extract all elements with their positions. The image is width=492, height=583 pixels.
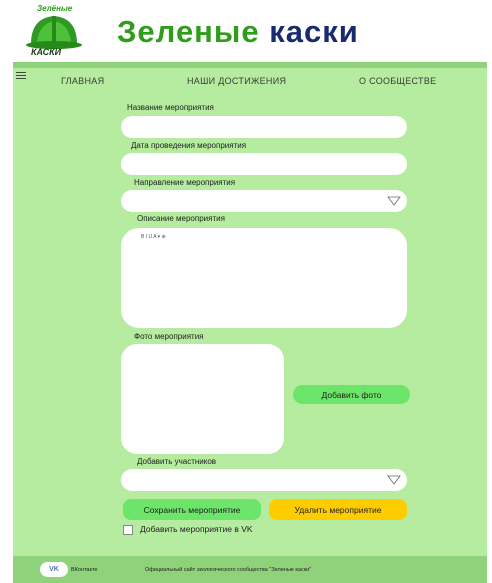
vk-link[interactable]: ВКонтакте [71, 567, 97, 573]
event-date-label: Дата проведения мероприятия [131, 141, 247, 150]
logo-bottom-text: КАСКИ [31, 47, 62, 57]
event-direction-label: Направление мероприятия [134, 178, 236, 187]
site-logo[interactable]: Зелёные КАСКИ [23, 4, 85, 60]
delete-event-button[interactable]: Удалить мероприятие [269, 499, 407, 520]
site-title: Зеленые каски [117, 14, 359, 50]
site-title-part1: Зеленые [117, 14, 260, 49]
site-header: Зелёные КАСКИ Зеленые каски [13, 0, 487, 63]
event-date-input[interactable] [121, 153, 407, 175]
add-participants-label: Добавить участников [137, 457, 217, 466]
event-name-input[interactable] [121, 116, 407, 138]
add-to-vk-label: Добавить мероприятие в VK [140, 524, 253, 534]
rich-text-toolbar[interactable]: B I U A ▾ ⊕ [141, 234, 166, 240]
logo-top-text: Зелёные [37, 4, 73, 13]
header-divider [13, 62, 487, 68]
vk-logo-icon[interactable]: VK [40, 562, 68, 577]
dropdown-arrow-icon [387, 475, 401, 485]
event-direction-select[interactable] [121, 190, 407, 212]
event-photo-preview [121, 344, 284, 454]
nav-item-about[interactable]: О СООБЩЕСТВЕ [359, 76, 436, 86]
add-photo-button[interactable]: Добавить фото [293, 385, 410, 404]
event-description-label: Описание мероприятия [137, 214, 225, 223]
nav-item-home[interactable]: ГЛАВНАЯ [61, 76, 104, 86]
site-title-part2: каски [269, 14, 359, 49]
event-photo-label: Фото мероприятия [134, 332, 204, 341]
event-description-editor[interactable]: B I U A ▾ ⊕ [121, 228, 407, 328]
dropdown-arrow-icon [387, 196, 401, 206]
add-to-vk-checkbox[interactable] [123, 525, 133, 535]
add-participants-select[interactable] [121, 469, 407, 491]
save-event-button[interactable]: Сохранить мероприятие [123, 499, 261, 520]
event-name-label: Название мероприятия [127, 103, 214, 112]
app-frame: Зелёные КАСКИ Зеленые каски ГЛАВНАЯ НАШИ… [13, 0, 487, 583]
site-footer: VK ВКонтакте Официальный сайт экологичес… [13, 556, 487, 583]
footer-site-text: Официальный сайт экологического сообщест… [145, 567, 312, 573]
hamburger-menu-icon[interactable] [16, 72, 26, 80]
nav-item-achievements[interactable]: НАШИ ДОСТИЖЕНИЯ [187, 76, 286, 86]
